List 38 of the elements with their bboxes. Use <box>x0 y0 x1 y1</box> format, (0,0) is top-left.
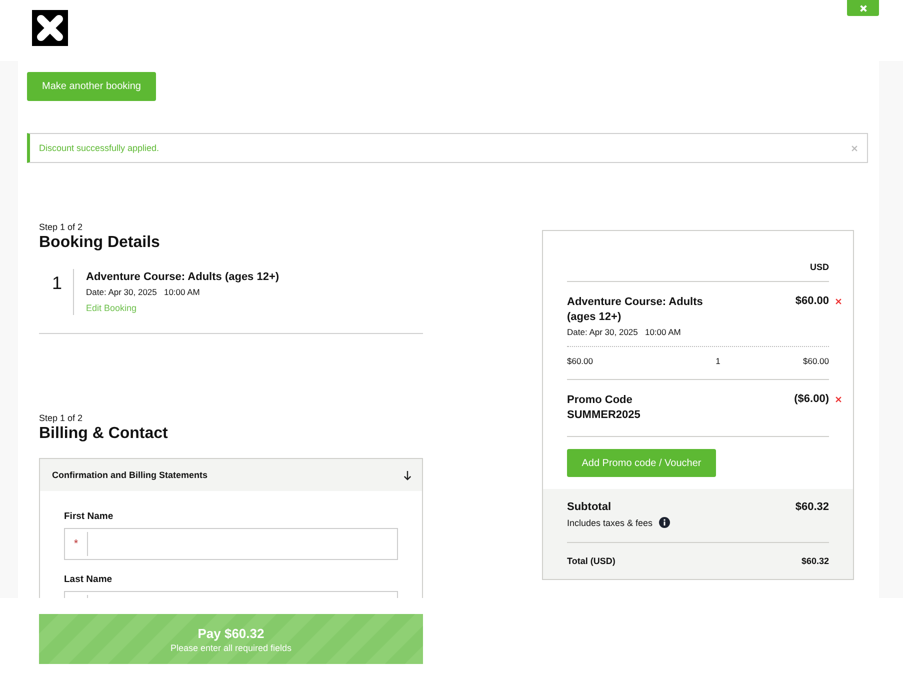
total-label: Total (USD) <box>567 556 616 566</box>
required-mark: * <box>65 532 88 556</box>
subtotal-amount: $60.32 <box>795 501 829 513</box>
total-amount: $60.32 <box>801 556 829 566</box>
step-label: Step 1 of 2 <box>39 222 84 232</box>
item-price: $60.00 <box>795 295 829 309</box>
edit-booking-link[interactable]: Edit Booking <box>86 303 137 313</box>
step-label: Step 1 of 2 <box>39 413 84 423</box>
unit-price: $60.00 <box>567 356 593 366</box>
field-label: Last Name <box>64 574 114 585</box>
promo-label: Promo Code <box>567 393 634 408</box>
accordion-header[interactable]: Confirmation and Billing Statements <box>40 459 422 491</box>
logo-icon <box>32 10 68 46</box>
line-total: $60.00 <box>802 356 829 366</box>
add-promo-code-button[interactable]: Add Promo code / Voucher <box>567 449 716 477</box>
item-price: ($6.00) <box>794 393 829 407</box>
remove-icon[interactable] <box>835 396 842 403</box>
currency-label: USD <box>810 262 829 272</box>
section-title: Billing & Contact <box>39 425 169 443</box>
item-date: Date: Apr 30, 2025 10:00 AM <box>86 287 201 297</box>
make-another-booking-button[interactable]: Make another booking <box>27 72 156 101</box>
item-title: Adventure Course: Adults (ages 12+) <box>567 295 704 325</box>
fees-note: Includes taxes & fees <box>567 518 653 528</box>
subtotal-label: Subtotal <box>567 501 611 513</box>
quantity: 1 <box>716 356 720 366</box>
accordion-title: Confirmation and Billing Statements <box>52 470 208 480</box>
item-number: 1 <box>39 269 74 315</box>
info-icon[interactable] <box>658 517 670 528</box>
field-label: First Name <box>64 511 114 522</box>
remove-icon[interactable] <box>835 298 842 305</box>
close-button[interactable] <box>847 0 879 16</box>
input-field[interactable]: * <box>64 528 398 560</box>
close-icon <box>858 4 868 12</box>
item-date: Date: Apr 30, 2025 10:00 AM <box>567 327 682 337</box>
item-title: Adventure Course: Adults (ages 12+) <box>86 271 280 283</box>
alert-message: Discount successfully applied. <box>39 143 160 153</box>
promo-code: SUMMER2025 <box>567 408 642 423</box>
section-title: Booking Details <box>39 234 161 252</box>
